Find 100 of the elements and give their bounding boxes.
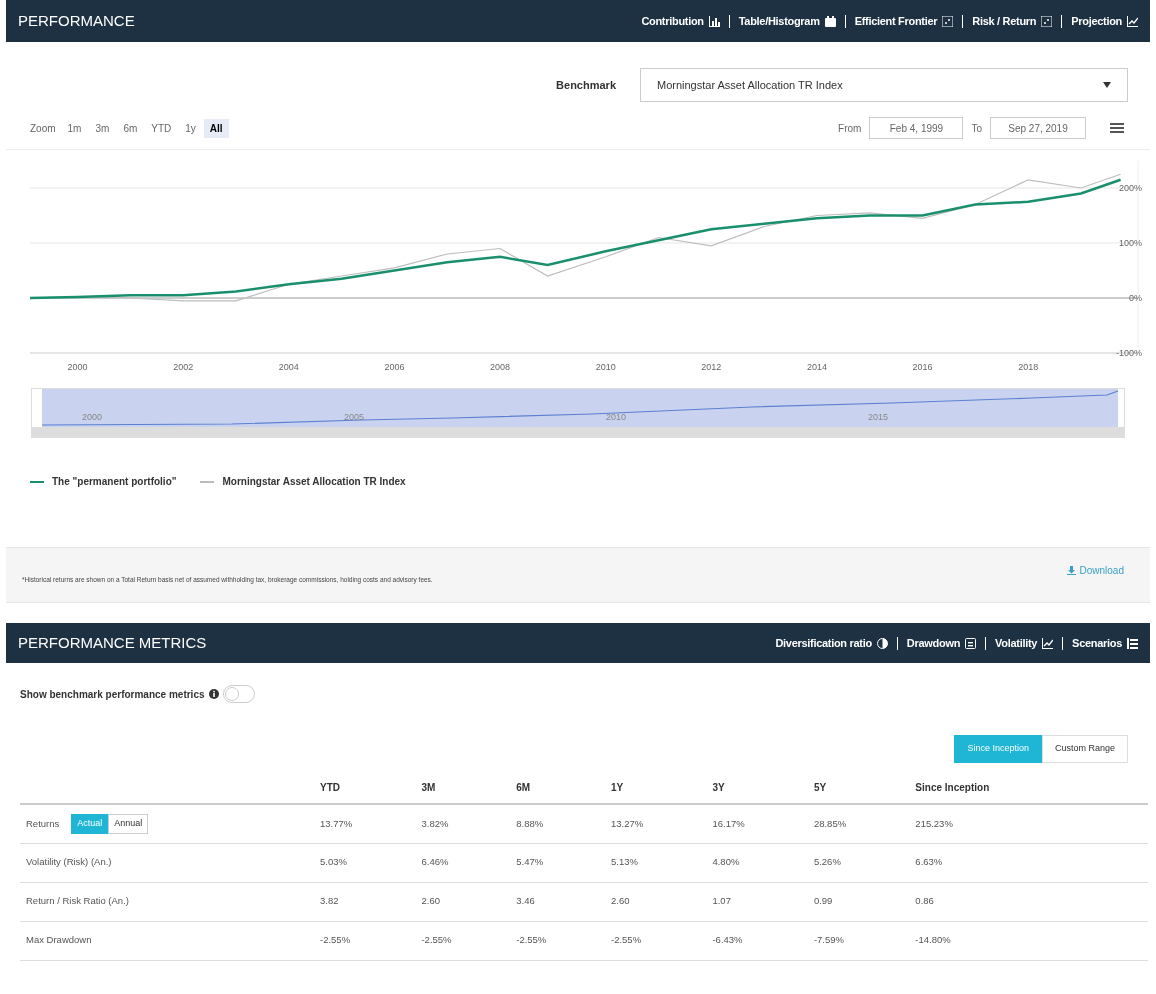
half-circle-icon (876, 637, 888, 649)
zoom-button[interactable]: 3m (89, 118, 116, 138)
table-cell: 1.07 (712, 882, 814, 921)
nav-link[interactable]: Table/Histogram (738, 12, 836, 30)
zoom-button[interactable]: 6m (117, 118, 144, 138)
table-cell: 13.27% (611, 804, 713, 843)
axis-label: 2006 (384, 362, 405, 372)
from-label: From (838, 121, 862, 136)
range-button[interactable]: Custom Range (1041, 735, 1128, 763)
axis-label: 2000 (67, 362, 88, 372)
list-icon (1127, 637, 1138, 649)
zoom-button[interactable]: 1y (179, 118, 202, 138)
download-icon (1066, 565, 1076, 575)
table-cell: 3.46 (516, 882, 611, 921)
navigator-label: 2005 (344, 411, 365, 424)
table-cell: 6.63% (915, 843, 1148, 882)
calendar-icon (824, 15, 836, 27)
axis-label: 2008 (490, 362, 511, 372)
benchmark-select[interactable]: Morningstar Asset Allocation TR Index (640, 68, 1128, 102)
column-header: 6M (516, 771, 611, 804)
legend-swatch (30, 480, 44, 483)
column-header: 5Y (813, 771, 916, 804)
table-cell: -2.55% (320, 921, 422, 960)
bar-chart-icon (708, 15, 720, 27)
zoom-label: Zoom (30, 121, 56, 136)
table-cell: 8.88% (516, 804, 611, 843)
axis-label: 2010 (595, 362, 616, 372)
from-date-field[interactable]: Feb 4, 1999 (869, 117, 964, 139)
nav-link[interactable]: Diversification ratio (775, 634, 888, 652)
axis-label: 200% (1118, 183, 1142, 193)
table-cell: 3.82% (421, 804, 517, 843)
column-header: YTD (320, 771, 422, 804)
table-cell: 16.17% (712, 804, 814, 843)
nav-link[interactable]: Projection (1071, 12, 1138, 30)
nav-link[interactable]: Volatility (995, 634, 1054, 652)
navigator-window[interactable] (41, 389, 1119, 427)
zoom-button[interactable]: 1m (61, 118, 88, 138)
scatter-chart-icon (942, 15, 954, 27)
line-chart-icon (1127, 15, 1138, 27)
table-cell: 4.80% (712, 843, 814, 882)
column-header: 3M (421, 771, 517, 804)
table-cell: -6.43% (712, 921, 814, 960)
legend-label[interactable]: The "permanent portfolio" (52, 474, 177, 489)
line-chart-icon (1042, 637, 1054, 649)
mode-button[interactable]: Annual (108, 813, 149, 834)
axis-label: 0% (1129, 293, 1142, 303)
table-cell: 3.82 (320, 882, 422, 921)
table-cell: 6.46% (421, 843, 517, 882)
legend-label[interactable]: Morningstar Asset Allocation TR Index (222, 474, 406, 489)
nav-link[interactable]: Scenarios (1072, 634, 1138, 652)
nav-link[interactable]: Contribution (641, 12, 720, 30)
table-cell: 2.60 (611, 882, 713, 921)
axis-label: 100% (1118, 238, 1142, 248)
table-cell: -14.80% (915, 921, 1148, 960)
navigator-label: 2010 (606, 411, 627, 424)
nav-link[interactable]: Drawdown (906, 634, 977, 652)
table-cell: -7.59% (813, 921, 916, 960)
box-icon (965, 637, 977, 649)
nav-link[interactable]: Risk / Return (972, 12, 1053, 30)
table-cell: 0.86 (915, 882, 1148, 921)
scrollbar[interactable] (32, 427, 1124, 438)
axis-label: 2014 (806, 362, 827, 372)
row-label: Returns (26, 816, 60, 831)
axis-label: 2016 (912, 362, 933, 372)
nav-link[interactable]: Efficient Frontier (854, 12, 954, 30)
row-label: Return / Risk Ratio (An.) (26, 894, 129, 909)
table-cell: 2.60 (421, 882, 517, 921)
info-icon (208, 689, 219, 699)
section-title: PERFORMANCE METRICS (18, 632, 207, 653)
menu-icon[interactable] (1110, 122, 1124, 134)
to-date-field[interactable]: Sep 27, 2019 (990, 117, 1086, 139)
toggle-switch[interactable] (222, 685, 255, 703)
dropdown-icon (1103, 82, 1111, 88)
table-cell: 5.26% (813, 843, 916, 882)
table-cell: 28.85% (813, 804, 916, 843)
table-cell: -2.55% (611, 921, 713, 960)
column-header: 3Y (712, 771, 814, 804)
axis-label: 2018 (1018, 362, 1039, 372)
to-label: To (971, 121, 982, 136)
column-header: 1Y (611, 771, 713, 804)
table-cell: 0.99 (813, 882, 916, 921)
toggle-label: Show benchmark performance metrics (20, 687, 205, 702)
zoom-button[interactable]: YTD (145, 118, 178, 138)
row-label: Volatility (Risk) (An.) (26, 855, 112, 870)
legend-swatch (200, 480, 215, 483)
column-header: Since Inception (915, 771, 1148, 804)
zoom-button[interactable]: All (203, 118, 229, 138)
axis-label: 2004 (278, 362, 299, 372)
table-cell: 5.47% (516, 843, 611, 882)
scatter-chart-icon (1041, 15, 1053, 27)
row-label: Max Drawdown (26, 933, 92, 948)
table-cell: -2.55% (516, 921, 611, 960)
navigator-label: 2000 (82, 411, 103, 424)
table-cell: 13.77% (320, 804, 422, 843)
table-cell: 5.03% (320, 843, 422, 882)
navigator-label: 2015 (868, 411, 889, 424)
axis-label: 2012 (701, 362, 722, 372)
table-cell: 215.23% (915, 804, 1148, 843)
axis-label: 2002 (173, 362, 194, 372)
section-title: PERFORMANCE (18, 10, 135, 31)
